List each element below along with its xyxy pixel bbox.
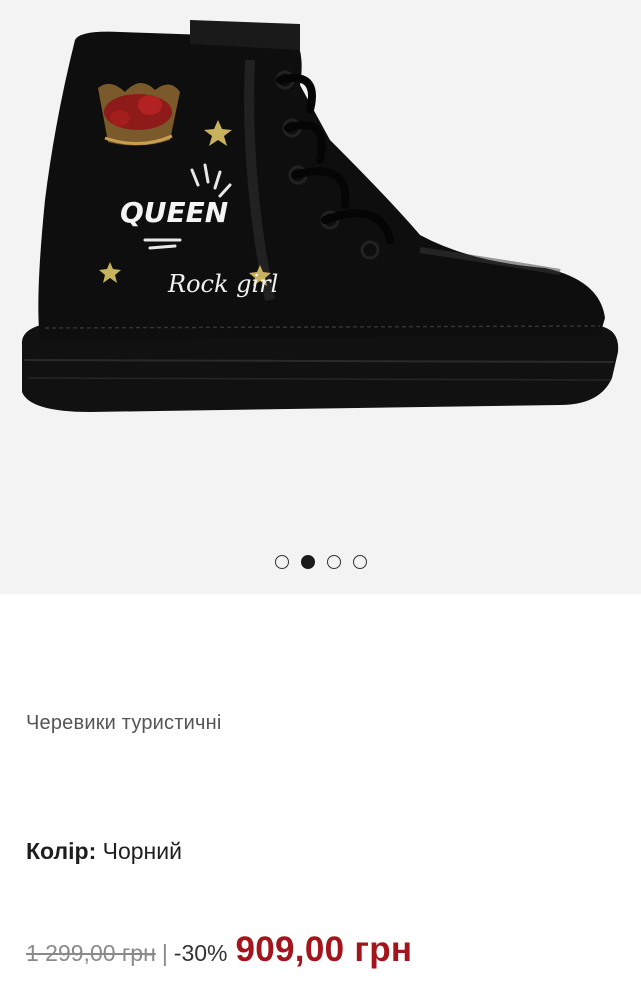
color-line: Колір: Чорний — [26, 838, 182, 865]
current-price: 909,00 грн — [235, 930, 413, 969]
product-image-gallery[interactable]: QUEEN Rock girl — [0, 0, 641, 594]
carousel-dot-2[interactable] — [300, 555, 315, 569]
color-label: Колір: — [26, 838, 97, 864]
carousel-dot-3[interactable] — [326, 555, 341, 569]
product-info: Черевики туристичні Колір: Чорний 1 299,… — [0, 594, 641, 1000]
carousel-dots — [0, 555, 641, 569]
price-row: 1 299,00 грн | -30% 909,00 грн — [26, 930, 412, 970]
product-title: Черевики туристичні — [26, 712, 222, 734]
color-value: Чорний — [102, 838, 182, 864]
boot-text-rockgirl: Rock girl — [167, 270, 278, 298]
discount-badge: -30% — [173, 940, 228, 966]
product-image[interactable]: QUEEN Rock girl — [0, 0, 641, 594]
boot-text-queen: QUEEN — [120, 196, 228, 229]
old-price: 1 299,00 грн — [26, 940, 156, 966]
carousel-dot-1[interactable] — [274, 555, 289, 569]
carousel-dot-4[interactable] — [352, 555, 367, 569]
price-separator: | — [161, 940, 168, 966]
